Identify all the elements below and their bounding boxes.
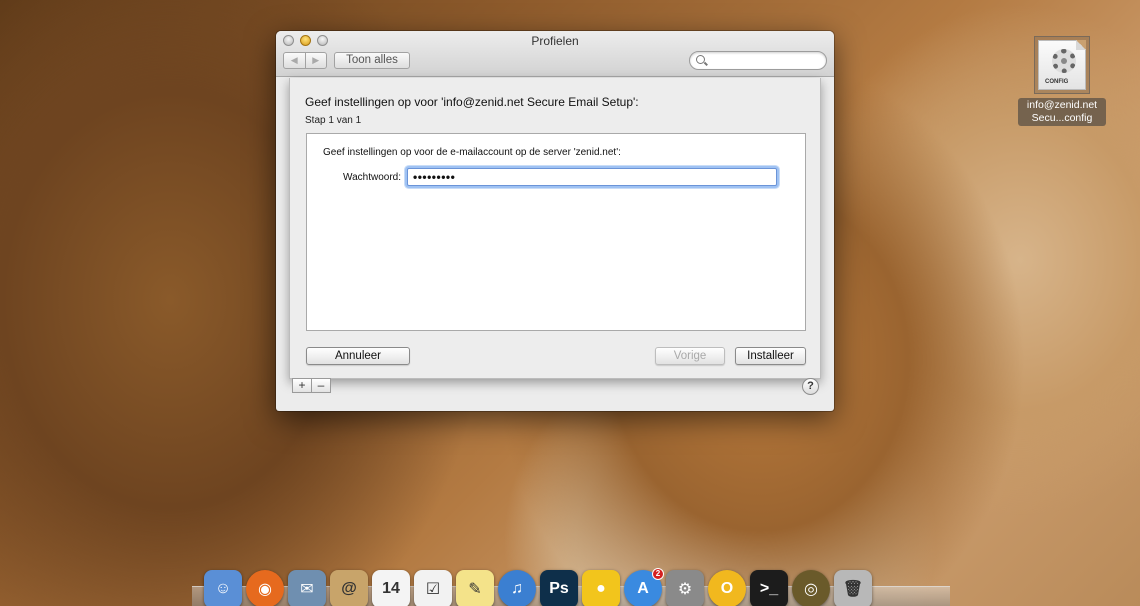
add-button[interactable]: + [293, 379, 311, 392]
dock-system-preferences-icon[interactable]: ⚙ [666, 570, 704, 606]
settings-panel: Geef instellingen op voor de e-mailaccou… [306, 133, 806, 331]
dock-reminders-icon[interactable]: ☑ [414, 570, 452, 606]
cancel-button[interactable]: Annuleer [306, 347, 410, 365]
dock-notes-icon[interactable]: ✎ [456, 570, 494, 606]
search-field[interactable] [689, 51, 827, 70]
remove-button[interactable]: – [311, 379, 330, 392]
dock-app-store-icon[interactable]: A2 [624, 568, 664, 606]
search-input[interactable] [710, 53, 820, 68]
password-input[interactable]: ••••••••• [407, 168, 777, 186]
panel-instruction: Geef instellingen op voor de e-mailaccou… [323, 147, 621, 158]
add-remove-control: + – [292, 378, 331, 393]
nav-buttons: ◀ ▶ [283, 52, 327, 69]
install-button[interactable]: Installeer [735, 347, 806, 365]
dock-itunes-icon[interactable]: ♫ [498, 570, 536, 606]
desktop-config-file[interactable]: CONFIG info@zenid.net Secu...config [1016, 36, 1108, 126]
dock-firefox-icon[interactable]: ◉ [246, 570, 284, 606]
search-icon [696, 55, 705, 64]
window-title: Profielen [531, 34, 579, 48]
forward-button[interactable]: ▶ [304, 53, 327, 68]
profiles-window: Profielen ◀ ▶ Toon alles Geef instelling… [276, 31, 834, 411]
show-all-button[interactable]: Toon alles [334, 52, 410, 69]
sheet-heading: Geef instellingen op voor 'info@zenid.ne… [305, 95, 639, 109]
dock-calendar-icon[interactable]: 14 [372, 570, 410, 606]
desktop-file-caption: info@zenid.net Secu...config [1018, 98, 1106, 126]
dock-photoshop-icon[interactable]: Ps [540, 570, 578, 606]
dock-badge: 2 [652, 568, 664, 580]
back-button[interactable]: ◀ [284, 53, 305, 68]
dock-mail-icon[interactable]: ✉ [288, 570, 326, 606]
config-badge: CONFIG [1045, 79, 1069, 85]
previous-button[interactable]: Vorige [655, 347, 725, 365]
dock: ☺ ◉ ✉ @14 ☑ ✎ ♫ Ps ● A 2 ⚙ O >_ ◎ 🗑 [204, 568, 872, 606]
install-sheet: Geef instellingen op voor 'info@zenid.ne… [289, 78, 821, 379]
config-file-icon: CONFIG [1034, 36, 1090, 94]
dock-trash-icon[interactable]: 🗑 [834, 570, 872, 606]
dock-finder-icon[interactable]: ☺ [204, 570, 242, 606]
dock-cyberduck-icon[interactable]: ● [582, 570, 620, 606]
gear-icon [1052, 49, 1076, 73]
password-label: Wachtwoord: [343, 172, 401, 183]
title-bar: Profielen ◀ ▶ Toon alles [276, 31, 834, 77]
dock-contacts-icon[interactable]: @ [330, 570, 368, 606]
help-button[interactable]: ? [802, 378, 819, 395]
step-indicator: Stap 1 van 1 [305, 115, 362, 126]
dock-terminal-icon[interactable]: >_ [750, 570, 788, 606]
dock-opera-icon[interactable]: O [708, 570, 746, 606]
dock-disk-utility-icon[interactable]: ◎ [792, 570, 830, 606]
